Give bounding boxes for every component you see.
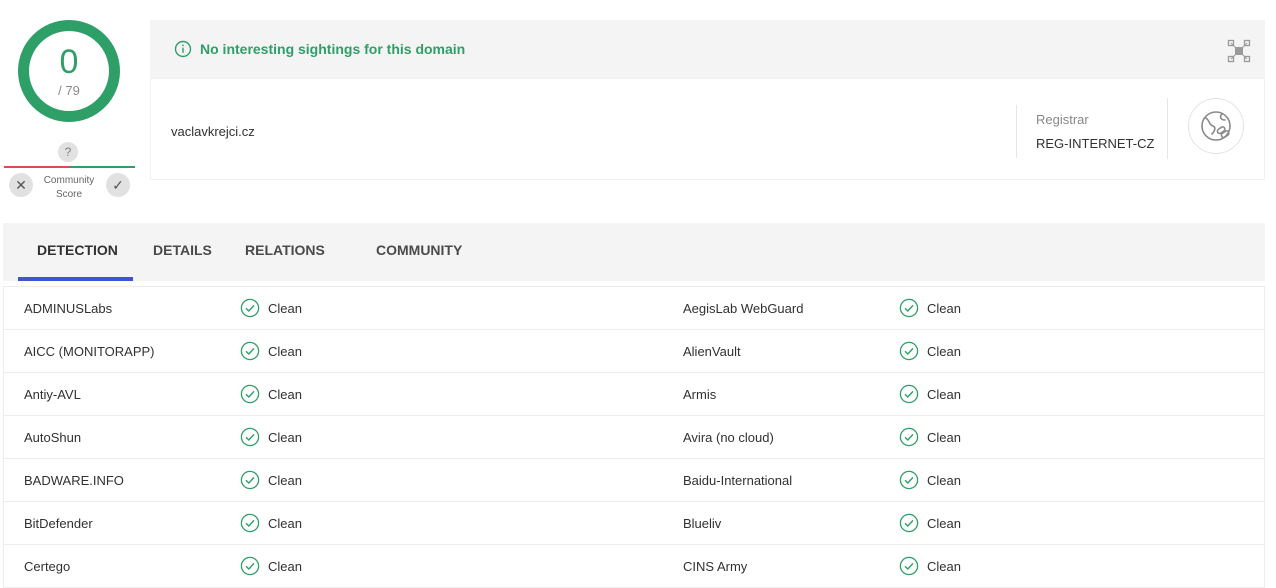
domain-name[interactable]: vaclavkrejci.cz [171,124,255,139]
check-circle-icon [240,298,260,318]
verdict: Clean [240,298,302,318]
check-circle-icon [240,427,260,447]
engine-name: Avira (no cloud) [683,430,774,445]
detection-table: ADMINUSLabs Clean AegisLab WebGuard Clea… [3,286,1265,588]
report-tabs: DETECTION DETAILS RELATIONS COMMUNITY [3,223,1265,281]
verdict-label: Clean [268,472,302,488]
community-score-label: Community Score [38,174,100,202]
summary-banner: No interesting sightings for this domain [150,20,1265,78]
verdict: Clean [899,341,961,361]
engine-name: BADWARE.INFO [24,473,124,488]
verdict-label: Clean [268,558,302,574]
engine-name: BitDefender [24,516,93,531]
verdict: Clean [240,513,302,533]
community-vote-harmful-button[interactable]: ✕ [9,173,33,197]
check-circle-icon [899,470,919,490]
check-circle-icon [240,513,260,533]
check-circle-icon [899,341,919,361]
check-circle-icon [240,341,260,361]
verdict: Clean [899,470,961,490]
table-row: AICC (MONITORAPP) Clean AlienVault Clean [4,330,1264,373]
divider [1016,105,1017,158]
verdict-label: Clean [268,515,302,531]
verdict-label: Clean [927,386,961,402]
check-circle-icon [899,298,919,318]
verdict: Clean [899,556,961,576]
table-row: BitDefender Clean Blueliv Clean [4,502,1264,545]
verdict-label: Clean [268,300,302,316]
active-tab-indicator [18,277,133,281]
tab-details[interactable]: DETAILS [153,242,212,258]
tab-relations[interactable]: RELATIONS [245,242,325,258]
engine-name: Armis [683,387,717,402]
tab-detection[interactable]: DETECTION [37,242,118,258]
engine-name: ADMINUSLabs [24,301,113,316]
verdict: Clean [240,470,302,490]
info-icon [174,40,192,63]
table-row: ADMINUSLabs Clean AegisLab WebGuard Clea… [4,287,1264,330]
table-row: AutoShun Clean Avira (no cloud) Clean [4,416,1264,459]
check-circle-icon [240,384,260,404]
engine-name: AegisLab WebGuard [683,301,804,316]
verdict: Clean [240,384,302,404]
verdict-label: Clean [927,515,961,531]
engine-name: AlienVault [683,344,741,359]
detection-score-ring: 0 / 79 [18,20,120,122]
check-circle-icon [240,470,260,490]
verdict-label: Clean [927,343,961,359]
community-score-bar [4,166,135,168]
divider [1167,98,1168,159]
verdict: Clean [240,427,302,447]
registrar-value: REG-INTERNET-CZ [1036,136,1155,151]
verdict-label: Clean [268,386,302,402]
check-circle-icon [899,427,919,447]
verdict-label: Clean [268,429,302,445]
detection-score-inner: 0 / 79 [29,31,109,111]
verdict-label: Clean [268,343,302,359]
engine-name: AutoShun [24,430,82,445]
detection-score-total: / 79 [58,82,80,98]
table-row: Antiy-AVL Clean Armis Clean [4,373,1264,416]
verdict-label: Clean [927,300,961,316]
engine-name: Baidu-International [683,473,793,488]
domain-type-icon [1188,98,1244,154]
verdict: Clean [899,513,961,533]
check-circle-icon [899,556,919,576]
community-score-label-line1: Community [43,175,95,186]
engine-name: Certego [24,559,71,574]
banner-message: No interesting sightings for this domain [200,41,466,57]
verdict: Clean [899,384,961,404]
verdict: Clean [899,298,961,318]
engine-name: Antiy-AVL [24,387,81,402]
engine-name: CINS Army [683,559,748,574]
community-score-question-icon: ? [58,142,78,162]
engine-name: Blueliv [683,516,722,531]
verdict: Clean [899,427,961,447]
verdict-label: Clean [927,429,961,445]
verdict-label: Clean [927,558,961,574]
table-row: BADWARE.INFO Clean Baidu-International C… [4,459,1264,502]
engine-name: AICC (MONITORAPP) [24,344,155,359]
check-circle-icon [899,384,919,404]
verdict: Clean [240,556,302,576]
verdict-label: Clean [927,472,961,488]
domain-card: vaclavkrejci.cz Registrar REG-INTERNET-C… [150,78,1265,180]
tab-community[interactable]: COMMUNITY [376,242,462,258]
check-circle-icon [240,556,260,576]
community-vote-harmless-button[interactable]: ✓ [106,173,130,197]
detection-score-value: 0 [59,42,79,81]
verdict: Clean [240,341,302,361]
registrar-label: Registrar [1036,112,1089,127]
check-circle-icon [899,513,919,533]
qr-scan-icon[interactable] [1227,39,1251,68]
community-score-label-line2: Score [55,189,83,200]
